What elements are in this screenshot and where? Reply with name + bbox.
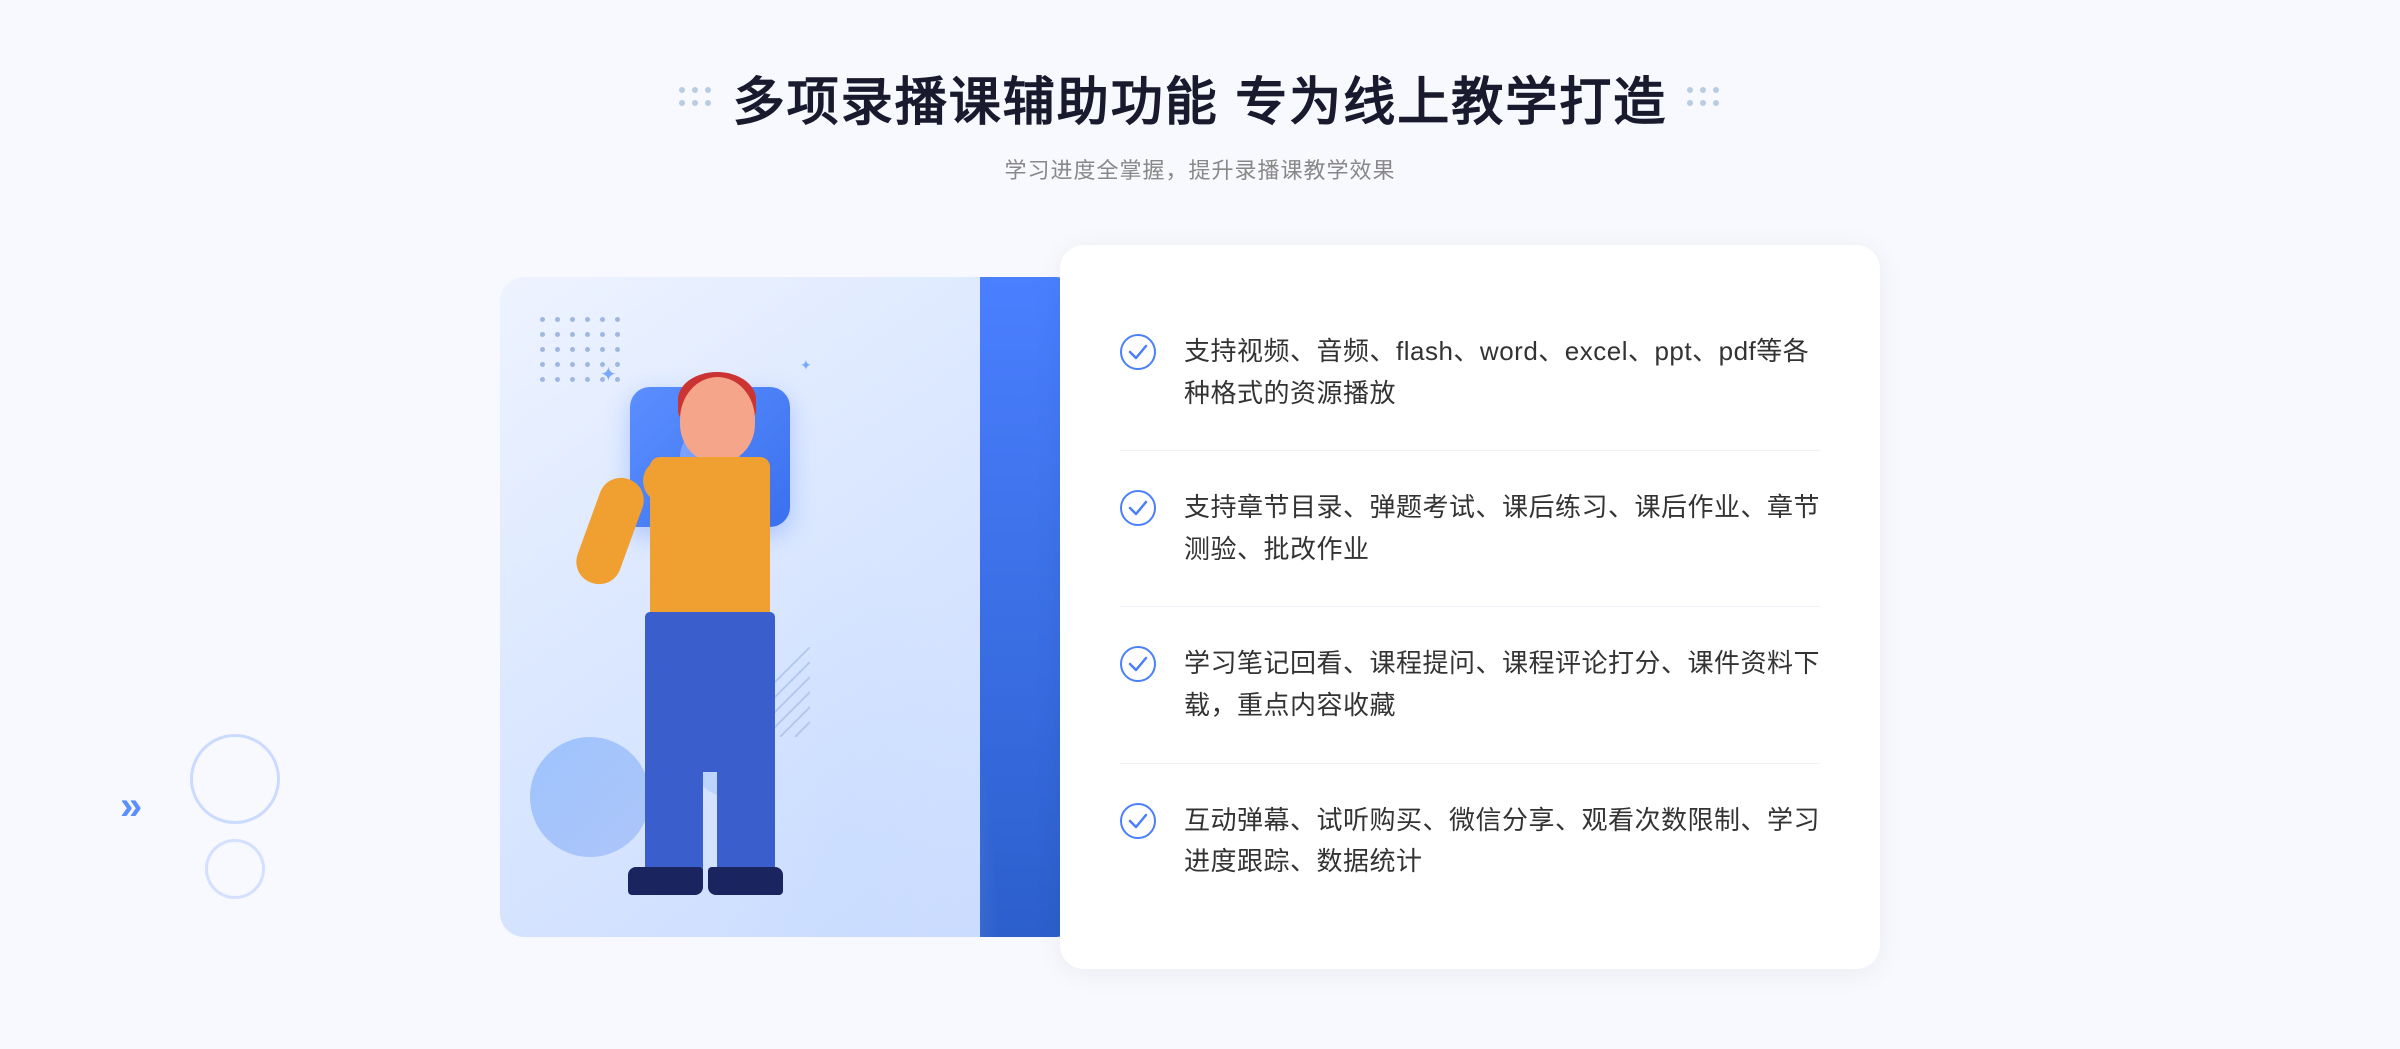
decorative-dots-left (679, 87, 713, 108)
chevron-decoration: » (120, 784, 142, 829)
feature-text-1: 支持视频、音频、flash、word、excel、ppt、pdf等各种格式的资源… (1184, 331, 1820, 414)
check-icon-1 (1120, 334, 1156, 370)
features-panel: 支持视频、音频、flash、word、excel、ppt、pdf等各种格式的资源… (1060, 245, 1880, 969)
person-head (680, 377, 755, 462)
check-icon-2 (1120, 490, 1156, 526)
feature-item-3: 学习笔记回看、课程提问、课程评论打分、课件资料下载，重点内容收藏 (1120, 607, 1820, 763)
illustration-card: ✦ ✦ (500, 277, 1080, 937)
check-icon-3 (1120, 646, 1156, 682)
person-illustration (560, 377, 840, 937)
check-icon-4 (1120, 803, 1156, 839)
sparkle-icon-2: ✦ (800, 357, 812, 374)
feature-text-3: 学习笔记回看、课程提问、课程评论打分、课件资料下载，重点内容收藏 (1184, 643, 1820, 726)
person-arm-left (570, 471, 650, 590)
main-content: ✦ ✦ (500, 245, 1900, 969)
title-wrapper: 多项录播课辅助功能 专为线上教学打造 (679, 60, 1721, 135)
feature-text-4: 互动弹幕、试听购买、微信分享、观看次数限制、学习进度跟踪、数据统计 (1184, 800, 1820, 883)
outer-circle-group (190, 734, 280, 899)
header-section: 多项录播课辅助功能 专为线上教学打造 学习进度全掌握，提升录播课教学效果 (679, 60, 1721, 185)
person-leg-left (645, 752, 703, 882)
person-leg-right (717, 752, 775, 882)
person-shoe-right (708, 867, 783, 895)
feature-text-2: 支持章节目录、弹题考试、课后练习、课后作业、章节测验、批改作业 (1184, 487, 1820, 570)
person-shoe-left (628, 867, 703, 895)
person-pants (645, 612, 775, 772)
feature-item-4: 互动弹幕、试听购买、微信分享、观看次数限制、学习进度跟踪、数据统计 (1120, 764, 1820, 919)
person-torso (650, 457, 770, 627)
decorative-dots-right (1687, 87, 1721, 108)
feature-item-2: 支持章节目录、弹题考试、课后练习、课后作业、章节测验、批改作业 (1120, 451, 1820, 607)
page-subtitle: 学习进度全掌握，提升录播课教学效果 (679, 153, 1721, 185)
feature-item-1: 支持视频、音频、flash、word、excel、ppt、pdf等各种格式的资源… (1120, 295, 1820, 451)
page-title: 多项录播课辅助功能 专为线上教学打造 (733, 60, 1667, 135)
page-container: 多项录播课辅助功能 专为线上教学打造 学习进度全掌握，提升录播课教学效果 (0, 0, 2400, 1049)
